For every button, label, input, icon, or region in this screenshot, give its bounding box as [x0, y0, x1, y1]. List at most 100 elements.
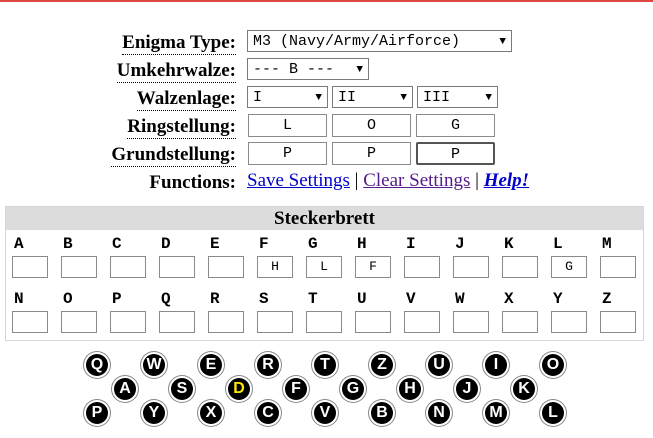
ring-3-input[interactable]: G: [416, 114, 495, 137]
plug-input-c[interactable]: [110, 256, 146, 278]
lamp-k: K: [513, 378, 535, 400]
enigma-type-label: Enigma Type:: [122, 32, 236, 55]
lamp-s: S: [171, 378, 193, 400]
ring-settings-label: Ringstellung:: [127, 116, 236, 139]
plug-input-y[interactable]: [551, 311, 587, 333]
plug-input-s[interactable]: [257, 311, 293, 333]
plug-letter: F: [259, 235, 269, 253]
start-1-input[interactable]: P: [248, 142, 327, 165]
plug-input-o[interactable]: [61, 311, 97, 333]
lamp-g: G: [342, 378, 364, 400]
plug-input-r[interactable]: [208, 311, 244, 333]
lamp-m: M: [485, 402, 507, 424]
plug-letter: B: [63, 235, 73, 253]
plug-letter: S: [259, 290, 269, 308]
plug-letter: Z: [602, 290, 612, 308]
dropdown-arrow-icon: ▼: [356, 64, 363, 76]
dropdown-arrow-icon: ▼: [499, 36, 506, 48]
reflector-row: Umkehrwalze: --- B --- ▼: [0, 58, 653, 84]
enigma-type-row: Enigma Type: M3 (Navy/Army/Airforce) ▼: [0, 30, 653, 56]
start-3-input[interactable]: P: [416, 142, 495, 165]
ring-1-input[interactable]: L: [248, 114, 327, 137]
rotor-3-value: III: [423, 89, 451, 106]
reflector-label: Umkehrwalze:: [116, 60, 236, 83]
start-2-input[interactable]: P: [332, 142, 411, 165]
lamp-v: V: [314, 402, 336, 424]
plug-letter: U: [357, 290, 367, 308]
plug-letter: T: [308, 290, 318, 308]
lamp-o: O: [542, 354, 564, 376]
lamp-t: T: [314, 354, 336, 376]
lamp-z: Z: [371, 354, 393, 376]
lamp-u: U: [428, 354, 450, 376]
plug-letter: O: [63, 290, 73, 308]
functions-label: Functions:: [149, 172, 236, 193]
rotor-2-value: II: [338, 89, 357, 106]
lamp-b: B: [371, 402, 393, 424]
plug-letter: Q: [161, 290, 171, 308]
enigma-type-select[interactable]: M3 (Navy/Army/Airforce) ▼: [247, 30, 512, 52]
plug-input-d[interactable]: [159, 256, 195, 278]
lamp-f: F: [285, 378, 307, 400]
plug-input-v[interactable]: [404, 311, 440, 333]
start-position-row: Grundstellung: P P P: [0, 142, 653, 168]
plug-letter: R: [210, 290, 220, 308]
lamp-x: X: [200, 402, 222, 424]
plug-input-j[interactable]: [453, 256, 489, 278]
plug-input-m[interactable]: [600, 256, 636, 278]
reflector-select[interactable]: --- B --- ▼: [247, 58, 369, 80]
plug-input-h[interactable]: F: [355, 256, 391, 278]
plug-input-k[interactable]: [502, 256, 538, 278]
plugboard-panel: Steckerbrett ABCDEFHGLHFIJKLGM NOPQRSTUV…: [5, 206, 644, 341]
plug-input-w[interactable]: [453, 311, 489, 333]
plug-input-q[interactable]: [159, 311, 195, 333]
plug-input-g[interactable]: L: [306, 256, 342, 278]
rotor-3-select[interactable]: III ▼: [417, 86, 498, 108]
plug-letter: L: [553, 235, 563, 253]
lamp-p: P: [86, 402, 108, 424]
help-link[interactable]: Help!: [484, 170, 529, 191]
reflector-value: --- B ---: [253, 61, 335, 78]
plug-letter: K: [504, 235, 514, 253]
lamp-n: N: [428, 402, 450, 424]
plug-letter: M: [602, 235, 612, 253]
dropdown-arrow-icon: ▼: [400, 92, 407, 104]
plug-input-z[interactable]: [600, 311, 636, 333]
plug-input-e[interactable]: [208, 256, 244, 278]
separator: |: [475, 170, 479, 191]
clear-settings-link[interactable]: Clear Settings: [363, 170, 470, 191]
plug-input-f[interactable]: H: [257, 256, 293, 278]
plug-input-x[interactable]: [502, 311, 538, 333]
plug-letter: E: [210, 235, 220, 253]
separator: |: [354, 170, 359, 191]
ring-2-input[interactable]: O: [332, 114, 411, 137]
rotor-order-label: Walzenlage:: [136, 88, 236, 111]
lamp-l: L: [542, 402, 564, 424]
plug-letter: D: [161, 235, 171, 253]
top-border: [0, 0, 653, 2]
save-settings-link[interactable]: Save Settings: [247, 170, 350, 191]
start-position-label: Grundstellung:: [111, 144, 236, 167]
functions-links: Save Settings | Clear Settings | Help!: [247, 170, 529, 192]
rotor-1-value: I: [253, 89, 263, 106]
enigma-type-value: M3 (Navy/Army/Airforce): [253, 33, 461, 50]
plug-input-n[interactable]: [12, 311, 48, 333]
plug-input-a[interactable]: [12, 256, 48, 278]
plug-input-b[interactable]: [61, 256, 97, 278]
plug-input-l[interactable]: G: [551, 256, 587, 278]
plug-input-u[interactable]: [355, 311, 391, 333]
lamp-y: Y: [143, 402, 165, 424]
plug-input-t[interactable]: [306, 311, 342, 333]
plug-input-p[interactable]: [110, 311, 146, 333]
dropdown-arrow-icon: ▼: [315, 92, 322, 104]
lamp-w: W: [143, 354, 165, 376]
plug-letter: J: [455, 235, 465, 253]
lamp-c: C: [257, 402, 279, 424]
rotor-2-select[interactable]: II ▼: [332, 86, 413, 108]
rotor-1-select[interactable]: I ▼: [247, 86, 328, 108]
lamp-r: R: [257, 354, 279, 376]
plug-letter: H: [357, 235, 367, 253]
plug-input-i[interactable]: [404, 256, 440, 278]
lamp-h: H: [399, 378, 421, 400]
plug-letter: V: [406, 290, 416, 308]
